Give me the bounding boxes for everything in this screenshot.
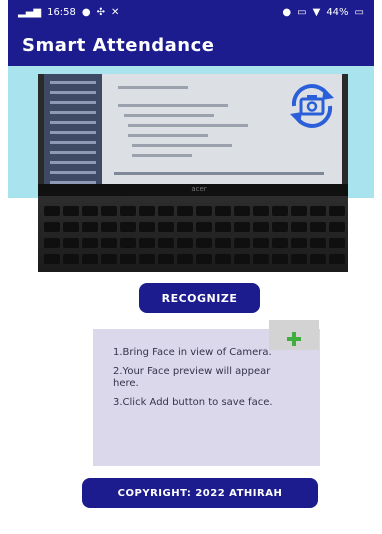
app-bar: Smart Attendance bbox=[8, 24, 374, 66]
status-left: ▂▄▆ 16:58 ● ✣ ✕ bbox=[18, 7, 119, 18]
battery-level: 44% bbox=[326, 6, 349, 18]
instruction-item: 1.Bring Face in view of Camera. bbox=[113, 347, 272, 358]
tool-icon: ✕ bbox=[111, 6, 120, 18]
plus-icon bbox=[287, 331, 301, 346]
instruction-item: 3.Click Add button to save face. bbox=[113, 397, 273, 408]
recognize-button[interactable]: RECOGNIZE bbox=[139, 283, 260, 313]
switch-camera-icon[interactable] bbox=[284, 80, 340, 132]
add-face-button[interactable] bbox=[269, 320, 319, 350]
record-icon: ● bbox=[282, 6, 292, 18]
cast-icon: ▭ bbox=[297, 6, 307, 18]
status-bar: ▂▄▆ 16:58 ● ✣ ✕ ● ▭ ▼ 44% ▭ bbox=[8, 0, 374, 24]
app-title: Smart Attendance bbox=[22, 34, 215, 56]
camera-scene-brand: acer bbox=[191, 185, 207, 193]
signal-icon: ▂▄▆ bbox=[18, 6, 42, 18]
fan-icon: ✣ bbox=[96, 6, 106, 18]
wifi-icon: ▼ bbox=[312, 6, 321, 18]
copyright-button[interactable]: COPYRIGHT: 2022 ATHIRAH bbox=[82, 478, 318, 508]
instruction-item: 2.Your Face preview will appear here. bbox=[113, 366, 271, 389]
battery-icon: ▭ bbox=[354, 6, 364, 18]
status-time: 16:58 bbox=[47, 6, 76, 18]
camera-scene-keyboard bbox=[38, 196, 348, 272]
notification-dot-icon: ● bbox=[81, 6, 91, 18]
instructions-list: 1.Bring Face in view of Camera. 2.Your F… bbox=[113, 347, 293, 416]
status-right: ● ▭ ▼ 44% ▭ bbox=[282, 7, 364, 18]
